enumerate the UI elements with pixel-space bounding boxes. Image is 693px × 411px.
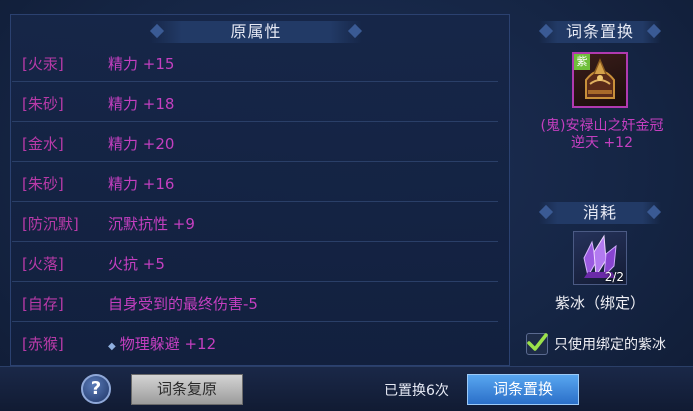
replace-attributes-button[interactable]: 词条置换	[467, 374, 579, 405]
attribute-value: 精力 +18	[108, 95, 175, 113]
attribute-tag: [金水]	[22, 135, 64, 153]
equipment-slot[interactable]: 紫	[572, 52, 628, 108]
attribute-value: 精力 +15	[108, 55, 175, 73]
consume-title: 消耗	[539, 202, 661, 224]
equipment-name-line1: (鬼)安禄山之奸金冠	[540, 118, 664, 134]
purple-ice-name: 紫冰（绑定）	[554, 294, 645, 312]
restore-attributes-button[interactable]: 词条复原	[131, 374, 243, 405]
original-attributes-title: 原属性	[150, 21, 362, 43]
replaced-count-text: 已置换6次	[384, 383, 449, 399]
bound-only-label: 只使用绑定的紫冰	[554, 337, 666, 353]
checkmark-icon	[527, 333, 548, 351]
equipment-name: (鬼)安禄山之奸金冠 逆天 +12	[522, 118, 682, 152]
attribute-row: [金水] 精力 +20	[12, 122, 498, 162]
attribute-tag: [火落]	[22, 255, 64, 273]
bound-only-checkbox[interactable]	[526, 333, 548, 355]
attribute-value: 精力 +16	[108, 175, 175, 193]
attribute-row: [火汞] 精力 +15	[12, 42, 498, 82]
attribute-value: ◆ 物理躲避 +12	[108, 333, 216, 354]
crown-helmet-icon	[585, 58, 615, 99]
attribute-row: [防沉默] 沉默抗性 +9	[12, 202, 498, 242]
attribute-value: 火抗 +5	[108, 255, 165, 273]
diamond-bullet-icon: ◆	[108, 341, 116, 352]
replace-title: 词条置换	[539, 21, 661, 43]
item-count: 2/2	[604, 270, 624, 284]
equipment-name-line2: 逆天 +12	[571, 135, 633, 151]
attribute-row: [火落] 火抗 +5	[12, 242, 498, 282]
attribute-tag: [防沉默]	[22, 215, 79, 233]
attribute-value: 精力 +20	[108, 135, 175, 153]
attribute-row: [朱砂] 精力 +18	[12, 82, 498, 122]
attribute-tag: [赤猴]	[22, 335, 64, 353]
attribute-value: 自身受到的最终伤害-5	[108, 295, 258, 313]
attribute-row: [自存] 自身受到的最终伤害-5	[12, 282, 498, 322]
purple-ice-slot[interactable]: 2/2	[573, 231, 627, 285]
attribute-value: 沉默抗性 +9	[108, 215, 195, 233]
help-button[interactable]: ?	[81, 374, 111, 404]
attribute-tag: [自存]	[22, 295, 64, 313]
attribute-tag: [火汞]	[22, 55, 64, 73]
attribute-row: [赤猴] ◆ 物理躲避 +12	[12, 322, 498, 362]
attribute-row: [朱砂] 精力 +16	[12, 162, 498, 202]
attribute-tag: [朱砂]	[22, 175, 64, 193]
attribute-tag: [朱砂]	[22, 95, 64, 113]
attribute-value-text: 物理躲避 +12	[119, 335, 217, 353]
